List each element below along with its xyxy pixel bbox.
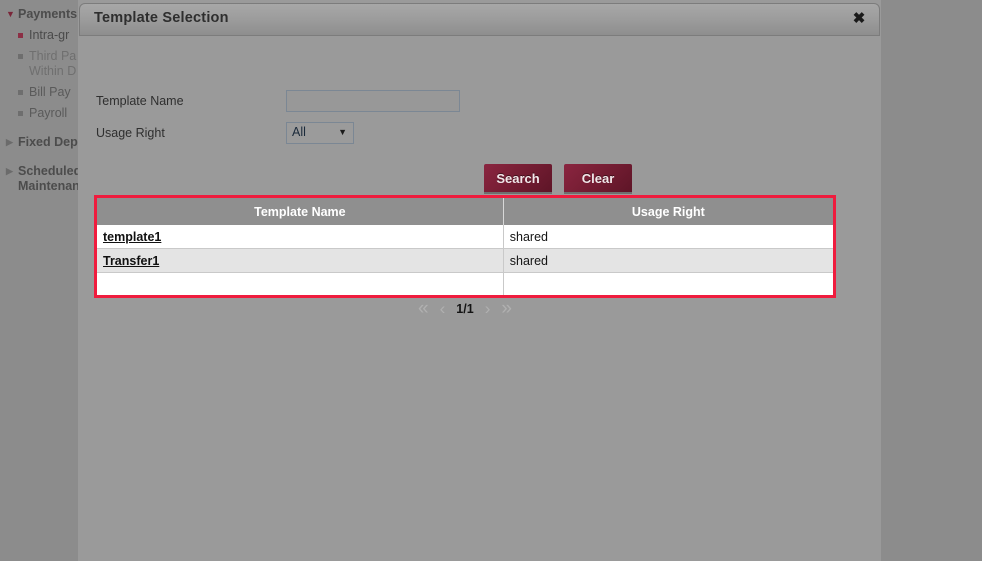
dialog-title: Template Selection bbox=[94, 10, 229, 26]
triangle-right-icon: ▶ bbox=[6, 166, 13, 176]
sidebar-group-label: Fixed Dep bbox=[18, 135, 78, 149]
template-name-row: Template Name bbox=[96, 90, 460, 112]
results-table-container: Template Name Usage Right template1 shar… bbox=[94, 195, 836, 298]
template-name-label: Template Name bbox=[96, 94, 184, 108]
table-header-row: Template Name Usage Right bbox=[97, 198, 833, 225]
last-page-icon[interactable]: » bbox=[501, 299, 512, 318]
cell-template-name: Transfer1 bbox=[97, 248, 504, 273]
table-row: template1 shared bbox=[97, 225, 833, 249]
cell-template-name: template1 bbox=[97, 225, 504, 249]
column-header-template-name[interactable]: Template Name bbox=[97, 198, 504, 225]
table-row-blank bbox=[97, 272, 833, 295]
cell-blank bbox=[97, 272, 504, 295]
chevron-down-icon: ▼ bbox=[338, 127, 347, 137]
results-table: Template Name Usage Right template1 shar… bbox=[97, 198, 833, 295]
usage-right-selected-value: All bbox=[292, 125, 306, 139]
sidebar-item-label: Third Pa Within D bbox=[29, 49, 77, 78]
template-selection-dialog: Template Selection ✖ Template Name Usage… bbox=[78, 0, 881, 561]
bullet-icon bbox=[18, 54, 29, 59]
column-header-usage-right[interactable]: Usage Right bbox=[503, 198, 833, 225]
sidebar: ▼ Payments Intra-gr Third Pa Within D Bi… bbox=[0, 0, 82, 561]
sidebar-item-label: Payroll bbox=[29, 106, 68, 120]
template-name-input[interactable] bbox=[286, 90, 460, 112]
sidebar-item-payroll[interactable]: Payroll bbox=[0, 103, 78, 124]
cell-usage-right: shared bbox=[503, 248, 833, 273]
search-button[interactable]: Search bbox=[484, 164, 552, 192]
sidebar-item-label: Bill Pay bbox=[29, 85, 71, 99]
bullet-icon bbox=[18, 90, 29, 95]
dialog-actions: Search Clear bbox=[484, 164, 632, 192]
bullet-icon bbox=[18, 111, 29, 116]
clear-button[interactable]: Clear bbox=[564, 164, 632, 192]
pagination: « ‹ 1/1 › » bbox=[94, 299, 836, 318]
triangle-down-icon: ▼ bbox=[6, 9, 15, 19]
sidebar-group-payments[interactable]: ▼ Payments bbox=[0, 4, 78, 25]
previous-page-icon[interactable]: ‹ bbox=[440, 299, 446, 318]
first-page-icon[interactable]: « bbox=[418, 299, 429, 318]
sidebar-group-label: Payments bbox=[18, 7, 78, 21]
next-page-icon[interactable]: › bbox=[485, 299, 491, 318]
sidebar-item-third-party[interactable]: Third Pa Within D bbox=[0, 46, 78, 82]
cell-blank bbox=[503, 272, 833, 295]
table-row: Transfer1 shared bbox=[97, 248, 833, 273]
triangle-right-icon: ▶ bbox=[6, 137, 13, 147]
bullet-icon bbox=[18, 33, 29, 38]
usage-right-select[interactable]: All ▼ bbox=[286, 122, 354, 144]
dialog-title-bar: Template Selection ✖ bbox=[79, 3, 880, 36]
usage-right-row: Usage Right All ▼ bbox=[96, 122, 354, 144]
dialog-body: Template Name Usage Right All ▼ Search C… bbox=[78, 36, 881, 560]
sidebar-item-label: Intra-gr bbox=[29, 28, 70, 42]
sidebar-group-scheduled-maintenance[interactable]: ▶ Scheduled Maintenan bbox=[0, 161, 82, 197]
sidebar-group-fixed-deposit[interactable]: ▶ Fixed Dep bbox=[0, 132, 78, 153]
page-count-label: 1/1 bbox=[456, 301, 474, 316]
usage-right-label: Usage Right bbox=[96, 126, 165, 140]
sidebar-group-label: Scheduled Maintenan bbox=[18, 164, 82, 193]
cell-usage-right: shared bbox=[503, 225, 833, 249]
template-link[interactable]: template1 bbox=[103, 230, 161, 244]
sidebar-item-intra-group[interactable]: Intra-gr bbox=[0, 25, 78, 46]
sidebar-item-bill-pay[interactable]: Bill Pay bbox=[0, 82, 78, 103]
close-icon[interactable]: ✖ bbox=[849, 9, 869, 29]
template-link[interactable]: Transfer1 bbox=[103, 254, 159, 268]
